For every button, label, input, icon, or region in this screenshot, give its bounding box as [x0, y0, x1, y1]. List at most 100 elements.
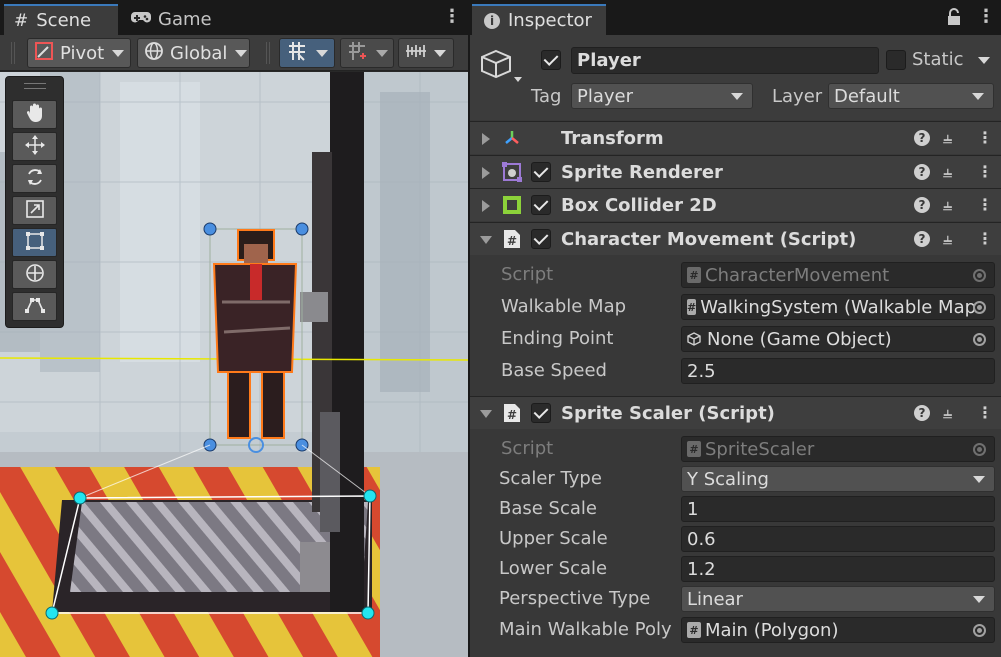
cm-script-value: CharacterMovement [705, 264, 890, 286]
cm-script-field: # CharacterMovement [681, 262, 995, 288]
base-speed-field[interactable]: 2.5 [681, 358, 995, 384]
object-name-field[interactable]: Player [571, 47, 879, 74]
component-sprite-scaler[interactable]: # Sprite Scaler (Script) ? ⫨ ⋮ [470, 396, 1001, 429]
move-tool-button[interactable] [12, 132, 57, 161]
base-scale-field[interactable]: 1 [681, 496, 995, 522]
help-icon[interactable]: ? [914, 197, 930, 213]
ending-point-field[interactable]: None (Game Object) [681, 326, 995, 352]
ss-script-field: # SpriteScaler [681, 436, 995, 462]
component-kebab-icon[interactable]: ⋮ [977, 195, 993, 214]
upper-scale-label: Upper Scale [499, 528, 608, 549]
lower-scale-label: Lower Scale [499, 558, 608, 579]
tab-scene[interactable]: # Scene [4, 4, 118, 35]
component-kebab-icon[interactable]: ⋮ [977, 229, 993, 248]
object-picker-icon[interactable] [973, 301, 986, 314]
component-character-movement[interactable]: # Character Movement (Script) ? ⫨ ⋮ [470, 222, 1001, 255]
grid-snap-chevron-down-icon [316, 49, 328, 57]
script-file-icon: # [687, 267, 701, 283]
component-kebab-icon[interactable]: ⋮ [977, 162, 993, 181]
scaler-type-dropdown[interactable]: Y Scaling [681, 466, 995, 492]
scaler-type-label: Scaler Type [499, 468, 602, 489]
tag-dropdown[interactable]: Player [571, 83, 753, 109]
tab-scene-label: Scene [36, 10, 92, 31]
walkable-map-field[interactable]: # WalkingSystem (Walkable Map [681, 294, 995, 320]
presets-sliders-icon[interactable]: ⫨ [943, 128, 952, 148]
move-arrows-icon [24, 134, 46, 160]
sprite-scaler-body: Script # SpriteScaler Scaler Type Y Scal… [470, 429, 1001, 657]
tag-chevron-down-icon [731, 93, 743, 100]
ending-point-label: Ending Point [501, 328, 614, 349]
ending-point-value: None (Game Object) [707, 328, 892, 350]
custom-editor-tool-button[interactable] [12, 292, 57, 321]
perspective-type-chevron-down-icon [973, 596, 985, 603]
upper-scale-field[interactable]: 0.6 [681, 526, 995, 552]
foldout-arrow-icon[interactable] [482, 133, 490, 145]
perspective-type-dropdown[interactable]: Linear [681, 586, 995, 612]
component-title: Sprite Scaler (Script) [561, 403, 775, 424]
foldout-arrow-icon[interactable] [480, 410, 492, 418]
global-dropdown[interactable]: Global [137, 38, 250, 68]
foldout-arrow-icon[interactable] [482, 167, 490, 179]
component-kebab-icon[interactable]: ⋮ [977, 403, 993, 422]
pivot-label: Pivot [60, 42, 105, 64]
static-chevron-down-icon[interactable] [978, 57, 990, 64]
gamepad-icon [130, 9, 152, 30]
component-title: Sprite Renderer [561, 162, 723, 183]
presets-sliders-icon[interactable]: ⫨ [943, 162, 952, 182]
object-header: Player Static Tag Player Layer Default [470, 35, 1001, 120]
grid-visibility-toggle[interactable] [398, 38, 454, 68]
help-icon[interactable]: ? [914, 405, 930, 421]
component-transform[interactable]: Transform ? ⫨ ⋮ [470, 121, 1001, 154]
tab-inspector[interactable]: i Inspector [472, 4, 606, 35]
inspector-kebab-menu-icon[interactable]: ⋮ [977, 6, 995, 27]
ss-script-label: Script [501, 438, 554, 459]
transform-tool-button[interactable] [12, 260, 57, 289]
foldout-arrow-icon[interactable] [480, 236, 492, 244]
rect-tool-button[interactable] [12, 228, 57, 257]
component-enabled-checkbox[interactable] [531, 229, 551, 249]
toolbar-grip-icon [11, 42, 15, 64]
component-enabled-checkbox[interactable] [531, 403, 551, 423]
script-file-icon: # [687, 622, 701, 638]
object-picker-icon [973, 443, 986, 456]
object-picker-icon[interactable] [973, 624, 986, 637]
foldout-arrow-icon[interactable] [482, 200, 490, 212]
component-box-collider-2d[interactable]: Box Collider 2D ? ⫨ ⋮ [470, 188, 1001, 221]
component-kebab-icon[interactable]: ⋮ [977, 128, 993, 147]
component-sprite-renderer[interactable]: Sprite Renderer ? ⫨ ⋮ [470, 155, 1001, 188]
scene-kebab-menu-icon[interactable]: ⋮ [443, 6, 461, 27]
scale-icon [24, 198, 46, 224]
rotate-tool-button[interactable] [12, 164, 57, 193]
hand-tool-button[interactable] [12, 100, 57, 129]
main-walkable-field[interactable]: # Main (Polygon) [681, 617, 995, 643]
transform-axes-icon [502, 128, 522, 148]
static-checkbox[interactable] [886, 50, 906, 70]
component-enabled-checkbox[interactable] [531, 162, 551, 182]
object-picker-icon[interactable] [973, 333, 986, 346]
lower-scale-field[interactable]: 1.2 [681, 556, 995, 582]
pivot-dropdown[interactable]: Pivot [27, 38, 131, 68]
presets-sliders-icon[interactable]: ⫨ [943, 229, 952, 249]
increment-snap-toggle[interactable] [340, 38, 394, 68]
help-icon[interactable]: ? [914, 164, 930, 180]
help-icon[interactable]: ? [914, 130, 930, 146]
sprite-renderer-icon [502, 162, 522, 182]
scale-tool-button[interactable] [12, 196, 57, 225]
tab-game[interactable]: Game [130, 4, 240, 35]
pivot-chevron-down-icon [112, 49, 125, 57]
gameobject-cube-icon[interactable] [480, 47, 524, 91]
rect-transform-icon [24, 230, 46, 256]
hand-icon [24, 102, 46, 128]
component-enabled-checkbox[interactable] [531, 195, 551, 215]
globe-icon [144, 41, 164, 66]
object-active-checkbox[interactable] [541, 50, 561, 70]
lock-icon[interactable] [946, 8, 962, 30]
help-icon[interactable]: ? [914, 231, 930, 247]
scene-viewport[interactable] [0, 72, 468, 657]
layer-dropdown[interactable]: Default [828, 83, 994, 109]
presets-sliders-icon[interactable]: ⫨ [943, 403, 952, 423]
presets-sliders-icon[interactable]: ⫨ [943, 195, 952, 215]
grid-snapping-toggle[interactable] [279, 38, 335, 68]
object-picker-icon [973, 269, 986, 282]
tool-strip-grip-icon [24, 83, 46, 89]
